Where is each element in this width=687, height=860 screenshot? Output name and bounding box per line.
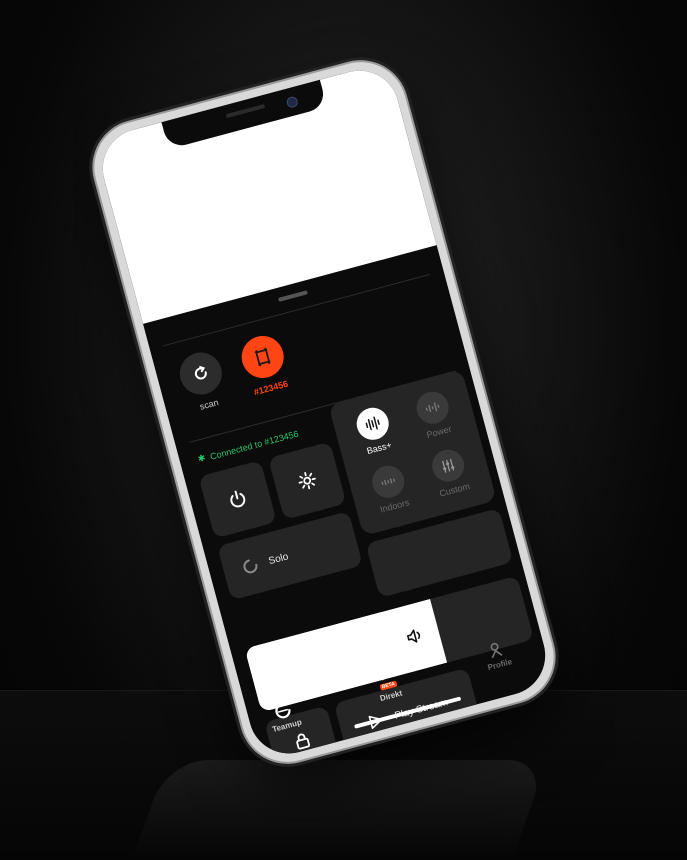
tab-direkt[interactable]: BETA Direkt xyxy=(372,661,403,703)
power-button[interactable] xyxy=(198,460,277,539)
power-icon xyxy=(230,490,246,508)
status-icons xyxy=(321,74,376,98)
waveform-icon xyxy=(353,404,393,444)
home-indicator[interactable] xyxy=(354,696,462,729)
battery-icon xyxy=(353,74,376,90)
mode-label: Power xyxy=(425,423,453,441)
tab-label: Teamup xyxy=(271,717,303,735)
sheet-handle[interactable] xyxy=(277,290,308,302)
solo-label: Solo xyxy=(267,550,290,567)
gear-icon xyxy=(298,472,316,490)
device-item-123456[interactable]: #123456 xyxy=(235,331,294,399)
speaker-device-icon xyxy=(236,331,289,383)
waveform-icon xyxy=(413,388,453,428)
bluetooth-icon: ✱ xyxy=(196,452,207,465)
wifi-icon xyxy=(337,83,349,92)
scan-button[interactable]: scan xyxy=(173,347,232,415)
signal-icon xyxy=(321,86,335,98)
profile-icon xyxy=(491,642,503,659)
device-frame: 9:41 scan #123456 ✱ Connected to #123456… xyxy=(74,22,614,822)
mode-bass-plus[interactable]: Bass+ xyxy=(342,401,408,460)
phone: 9:41 scan #123456 ✱ Connected to #123456… xyxy=(84,51,564,773)
phone-screen: 9:41 scan #123456 ✱ Connected to #123456… xyxy=(93,61,555,763)
earpiece xyxy=(225,103,266,119)
mode-indoors[interactable]: Indoors xyxy=(357,459,423,518)
mode-custom[interactable]: Custom xyxy=(417,443,483,502)
loading-spinner-icon xyxy=(243,559,258,574)
scan-label: scan xyxy=(198,397,220,412)
device-label: #123456 xyxy=(252,378,290,398)
mode-label: Custom xyxy=(438,481,471,499)
equalizer-icon xyxy=(428,446,468,486)
sound-mode-panel: Bass+ Power Indoors Custom xyxy=(328,368,497,537)
mode-label: Indoors xyxy=(378,497,411,515)
tab-profile[interactable]: Profile xyxy=(482,639,513,672)
refresh-icon xyxy=(175,347,227,400)
tab-teamup[interactable]: Teamup xyxy=(266,699,303,735)
teamup-icon xyxy=(275,703,291,719)
mode-label: Bass+ xyxy=(365,439,393,457)
mode-power[interactable]: Power xyxy=(401,385,467,444)
tab-label: Direkt xyxy=(378,688,404,704)
status-time: 9:41 xyxy=(118,140,143,158)
front-camera xyxy=(285,95,299,109)
waveform-icon xyxy=(368,462,408,502)
device-list: scan #123456 xyxy=(173,331,294,415)
settings-button[interactable] xyxy=(268,441,347,520)
music-note-icon xyxy=(379,663,392,681)
